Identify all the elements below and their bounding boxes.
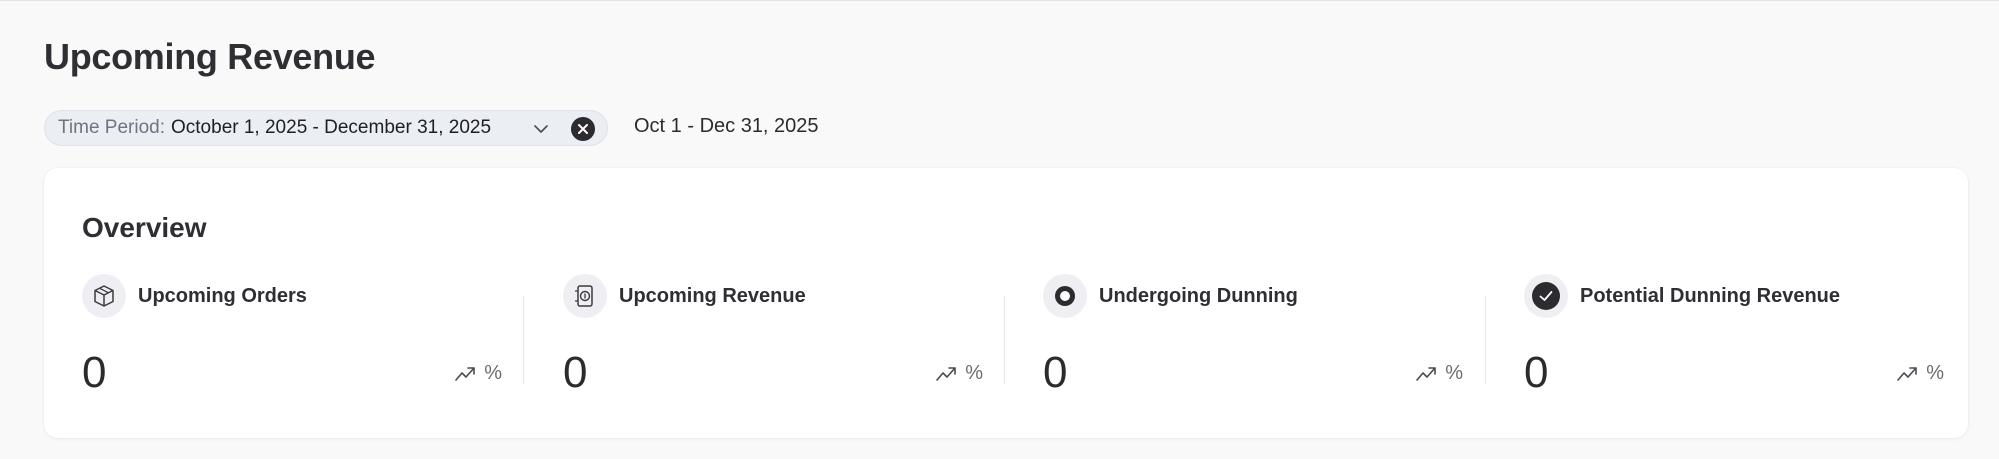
trend-up-icon <box>1897 366 1918 381</box>
clear-filter-button[interactable] <box>571 117 595 141</box>
metric-value: 0 <box>1043 348 1068 397</box>
metric-label: Upcoming Orders <box>138 285 307 307</box>
metric-trend: % <box>454 362 502 385</box>
metric-upcoming-revenue: Upcoming Revenue 0 % <box>563 274 983 404</box>
ring-icon <box>1043 274 1087 318</box>
metric-divider <box>1004 296 1005 384</box>
metric-trend: % <box>935 362 983 385</box>
date-range-summary: Oct 1 - Dec 31, 2025 <box>634 115 819 137</box>
top-border <box>0 0 1999 1</box>
revenue-icon <box>563 274 607 318</box>
metric-label: Upcoming Revenue <box>619 285 806 307</box>
metric-potential-dunning-revenue: Potential Dunning Revenue 0 % <box>1524 274 1944 404</box>
trend-up-icon <box>455 366 476 381</box>
check-circle-icon <box>1524 274 1568 318</box>
metric-trend: % <box>1415 362 1463 385</box>
metric-undergoing-dunning: Undergoing Dunning 0 % <box>1043 274 1463 404</box>
metric-upcoming-orders: Upcoming Orders 0 % <box>82 274 502 404</box>
close-icon <box>578 124 588 134</box>
metric-label: Potential Dunning Revenue <box>1580 285 1841 307</box>
filter-label: Time Period: <box>58 117 165 138</box>
metric-divider <box>523 296 524 384</box>
trend-percent: % <box>1926 362 1944 384</box>
overview-title: Overview <box>82 212 207 243</box>
trend-percent: % <box>484 362 502 384</box>
page-title: Upcoming Revenue <box>44 36 376 77</box>
metric-value: 0 <box>563 348 588 397</box>
metric-label: Undergoing Dunning <box>1099 285 1298 307</box>
trend-up-icon <box>936 366 957 381</box>
metric-value: 0 <box>1524 348 1549 397</box>
box-icon <box>82 274 126 318</box>
metric-divider <box>1485 296 1486 384</box>
trend-percent: % <box>1445 362 1463 384</box>
metric-value: 0 <box>82 348 107 397</box>
overview-card: Overview Upcoming Orders 0 % Upcoming Re… <box>44 168 1968 438</box>
trend-percent: % <box>965 362 983 384</box>
metric-trend: % <box>1896 362 1944 385</box>
chevron-down-icon[interactable] <box>531 119 551 139</box>
trend-up-icon <box>1416 366 1437 381</box>
time-period-filter[interactable]: Time Period: October 1, 2025 - December … <box>44 110 608 146</box>
filter-value: October 1, 2025 - December 31, 2025 <box>171 117 492 138</box>
